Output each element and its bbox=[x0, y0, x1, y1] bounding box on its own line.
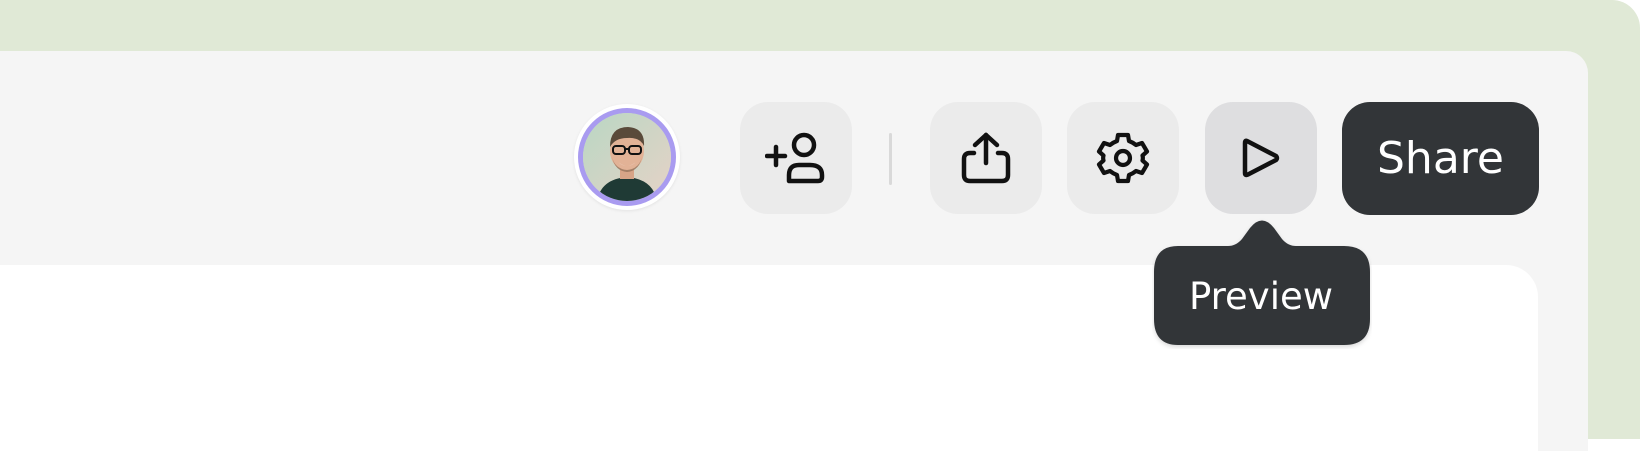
toolbar-divider bbox=[889, 133, 892, 185]
avatar-ring bbox=[578, 108, 676, 206]
upload-share-icon bbox=[961, 132, 1011, 184]
settings-button[interactable] bbox=[1067, 102, 1179, 214]
preview-tooltip: Preview bbox=[1152, 217, 1372, 347]
tooltip-label: Preview bbox=[1188, 274, 1334, 318]
export-button[interactable] bbox=[930, 102, 1042, 214]
share-button-label: Share bbox=[1377, 133, 1504, 184]
person-add-icon bbox=[765, 132, 825, 184]
avatar-photo bbox=[583, 113, 671, 201]
share-button[interactable]: Share bbox=[1342, 102, 1539, 215]
add-collaborator-button[interactable] bbox=[740, 102, 852, 214]
user-avatar[interactable] bbox=[574, 104, 680, 210]
gear-icon bbox=[1096, 132, 1150, 184]
play-icon bbox=[1242, 138, 1280, 178]
preview-button[interactable] bbox=[1205, 102, 1317, 214]
